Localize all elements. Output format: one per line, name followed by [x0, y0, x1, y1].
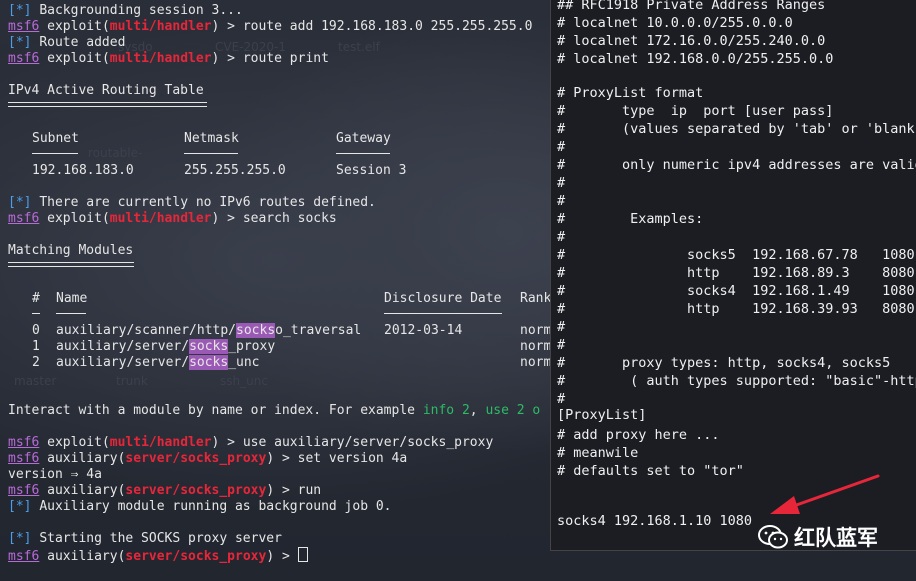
terminal-line: msf6 exploit(multi/handler) > search soc…: [8, 211, 337, 226]
config-line: # socks5 192.168.67.78 1080: [557, 247, 915, 263]
config-line: # proxy types: http, socks4, socks5: [557, 355, 891, 371]
module-rank: norm: [520, 323, 550, 338]
config-line: # type ip port [user pass]: [557, 103, 834, 119]
routing-table-title: IPv4 Active Routing Table: [8, 83, 204, 98]
red-arrow-icon: [770, 474, 880, 514]
column-header-netmask: Netmask: [184, 131, 239, 146]
config-line: #: [557, 193, 566, 209]
column-header-name: Name: [56, 291, 88, 306]
wechat-icon: [758, 525, 788, 549]
config-line: # localnet 192.168.0.0/255.255.0.0: [557, 51, 834, 67]
config-line: # add proxy here ...: [557, 427, 720, 443]
module-name[interactable]: auxiliary/scanner/http/sockso_traversal: [56, 323, 361, 339]
terminal-line: msf6 exploit(multi/handler) > route add …: [8, 19, 533, 34]
header-underline: [32, 313, 40, 314]
terminal-line: [*] There are currently no IPv6 routes d…: [8, 195, 376, 210]
header-underline: [336, 153, 390, 154]
config-line: #: [557, 139, 566, 155]
terminal-line: [*] Starting the SOCKS proxy server: [8, 531, 282, 546]
terminal-line: Interact with a module by name or index.…: [8, 403, 541, 418]
config-line: # defaults set to "tor": [557, 463, 744, 479]
config-line: # localnet 10.0.0.0/255.0.0.0: [557, 15, 793, 31]
config-line: # ProxyList format: [557, 85, 704, 101]
column-header-index: #: [32, 291, 40, 306]
config-line: # localnet 172.16.0.0/255.240.0.0: [557, 33, 826, 49]
config-line: # socks4 192.168.1.49 1080: [557, 283, 915, 299]
terminal-line: msf6 exploit(multi/handler) > route prin…: [8, 51, 329, 66]
config-line: # only numeric ipv4 addresses are valid: [557, 157, 916, 173]
module-index: 2: [32, 355, 40, 370]
column-header-date: Disclosure Date: [384, 291, 502, 306]
column-header-gateway: Gateway: [336, 131, 391, 146]
module-index: 1: [32, 339, 40, 354]
column-header-subnet: Subnet: [32, 131, 79, 146]
column-header-rank: Rank: [520, 291, 550, 306]
config-line: # meanwile: [557, 445, 639, 461]
module-rank: norm: [520, 355, 550, 370]
terminal-line: msf6 auxiliary(server/socks_proxy) > set…: [8, 451, 408, 466]
route-subnet: 192.168.183.0: [32, 163, 134, 178]
route-netmask: 255.255.255.0: [184, 163, 286, 178]
title-underline: [8, 102, 207, 107]
header-underline: [56, 313, 86, 314]
config-line: # http 192.168.39.93 8080: [557, 301, 915, 317]
terminal-input-line[interactable]: msf6 auxiliary(server/socks_proxy) >: [8, 547, 308, 564]
matching-modules-title: Matching Modules: [8, 243, 134, 258]
config-line: #: [557, 319, 566, 335]
config-line: # http 192.168.89.3 8080: [557, 265, 915, 281]
text-cursor: [297, 547, 308, 562]
title-underline: [8, 262, 134, 267]
module-rank: norm: [520, 339, 550, 354]
watermark: 红队蓝军: [758, 522, 878, 552]
config-line: #: [557, 337, 566, 353]
config-line: # Examples:: [557, 211, 704, 227]
module-name[interactable]: auxiliary/server/socks_unc: [56, 355, 260, 371]
terminal-line: [*] Backgrounding session 3...: [8, 3, 243, 18]
config-line: #: [557, 175, 566, 191]
terminal-line: version ⇒ 4a: [8, 467, 102, 482]
terminal-line: msf6 exploit(multi/handler) > use auxili…: [8, 435, 494, 450]
module-index: 0: [32, 323, 40, 338]
terminal-line: [*] Route added: [8, 35, 126, 50]
watermark-text: 红队蓝军: [794, 526, 878, 550]
terminal-line: [*] Auxiliary module running as backgrou…: [8, 499, 392, 514]
proxychains-config-editor[interactable]: ## RFC1918 Private Address Ranges # loca…: [550, 0, 916, 551]
config-line: # (values separated by 'tab' or 'blank'): [557, 121, 916, 137]
msfconsole-terminal[interactable]: [*] Backgrounding session 3... msf6 expl…: [0, 0, 550, 581]
config-line: # ( auth types supported: "basic"-http: [557, 373, 916, 389]
config-line: ## RFC1918 Private Address Ranges: [557, 0, 826, 13]
header-underline: [384, 313, 502, 314]
terminal-line: msf6 auxiliary(server/socks_proxy) > run: [8, 483, 322, 498]
header-underline: [32, 153, 78, 154]
header-underline: [184, 153, 238, 154]
route-gateway: Session 3: [336, 163, 407, 178]
module-date: 2012-03-14: [384, 323, 463, 338]
module-name[interactable]: auxiliary/server/socks_proxy: [56, 339, 275, 355]
proxy-entry-line[interactable]: socks4 192.168.1.10 1080: [557, 512, 752, 530]
config-line: #: [557, 229, 566, 245]
config-line: [ProxyList]: [557, 407, 647, 423]
